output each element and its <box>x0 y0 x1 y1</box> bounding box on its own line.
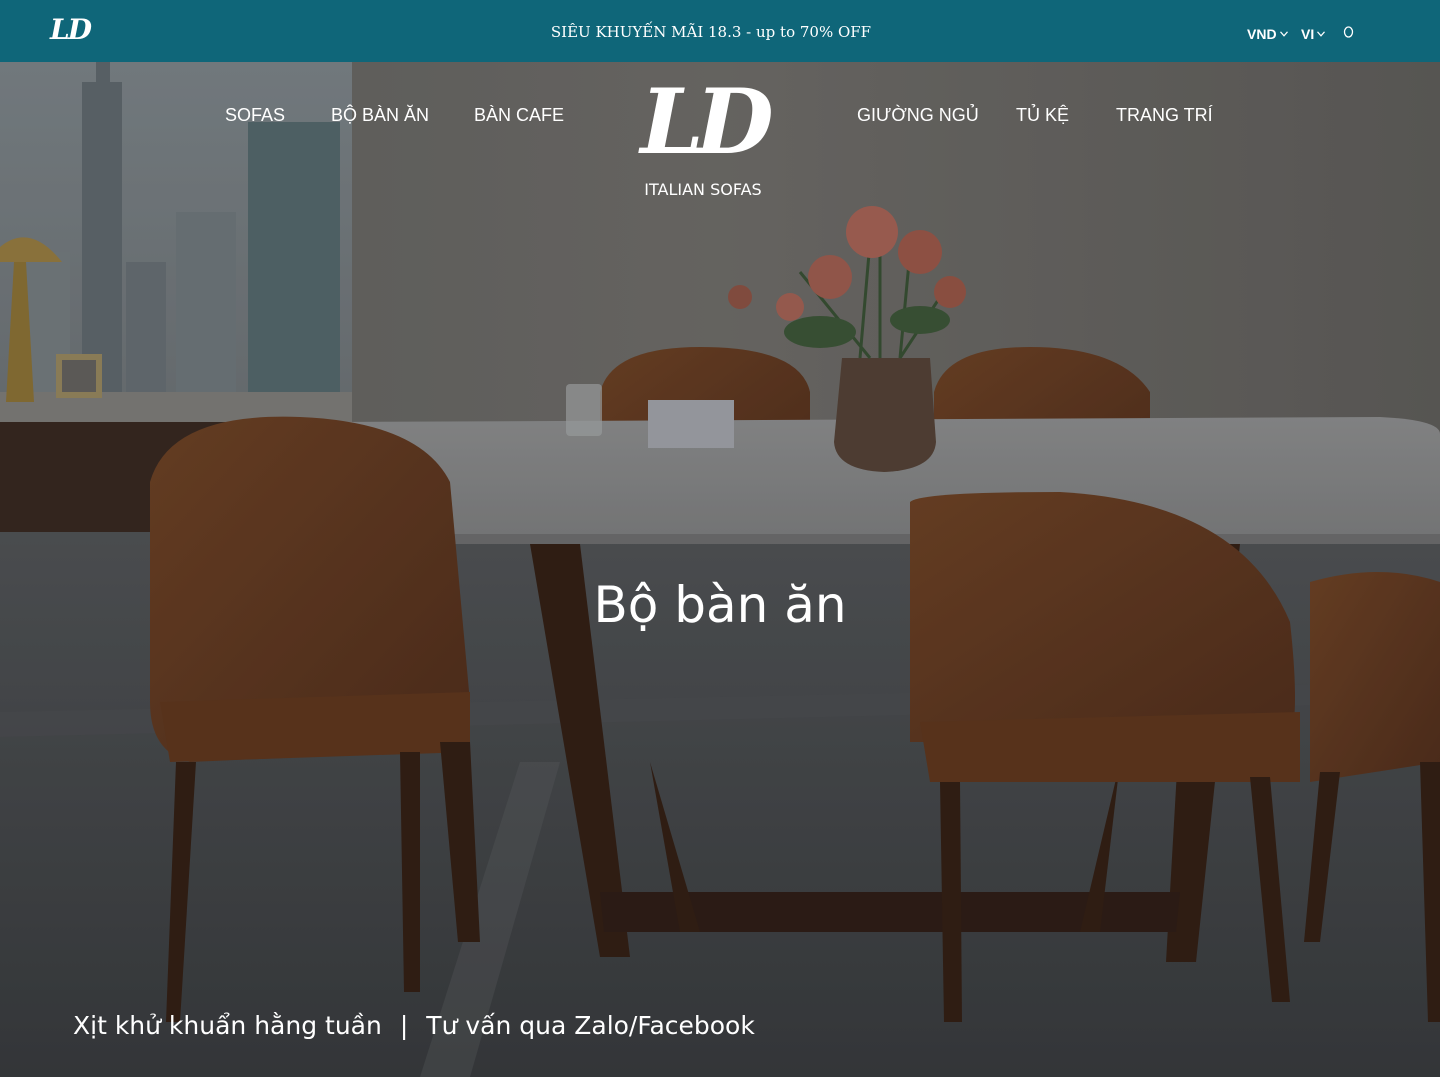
brand-logo[interactable]: LD ITALIAN SOFAS <box>633 69 773 199</box>
promo-topbar: LD SIÊU KHUYẾN MÃI 18.3 - up to 70% OFF … <box>0 0 1440 62</box>
language-label: VI <box>1301 26 1315 42</box>
currency-selector[interactable]: VND <box>1247 23 1288 43</box>
hero-title: Bộ bàn ăn <box>593 576 847 634</box>
promo-banner-text[interactable]: SIÊU KHUYẾN MÃI 18.3 - up to 70% OFF <box>0 22 1422 42</box>
currency-label: VND <box>1247 26 1277 42</box>
nav-giuong-ngu[interactable]: GIƯỜNG NGỦ <box>857 104 979 126</box>
brand-logo-subtitle: ITALIAN SOFAS <box>644 180 762 199</box>
hero-section: SOFAS BỘ BÀN ĂN BÀN CAFE LD ITALIAN SOFA… <box>0 62 1440 1077</box>
chevron-down-icon <box>1279 23 1288 41</box>
nav-ban-cafe[interactable]: BÀN CAFE <box>474 104 564 126</box>
consult-info: Tư vấn qua Zalo/Facebook <box>426 1011 755 1040</box>
nav-bo-ban-an[interactable]: BỘ BÀN ĂN <box>331 104 429 126</box>
nav-trang-tri[interactable]: TRANG TRÍ <box>1116 104 1213 126</box>
nav-sofas[interactable]: SOFAS <box>225 104 285 126</box>
nav-tu-ke[interactable]: TỦ KỆ <box>1016 104 1069 126</box>
language-selector[interactable]: VI <box>1301 23 1326 43</box>
search-icon[interactable] <box>1343 26 1354 38</box>
hero-bottom-info: Xịt khử khuẩn hằng tuần | Tư vấn qua Zalo/… <box>73 1010 755 1042</box>
disinfection-info: Xịt khử khuẩn hằng tuần <box>73 1011 382 1040</box>
separator: | <box>399 1011 409 1040</box>
brand-logo-mark: LD <box>640 69 773 175</box>
hero-background-image <box>0 62 1440 1077</box>
chevron-down-icon <box>1317 23 1326 41</box>
